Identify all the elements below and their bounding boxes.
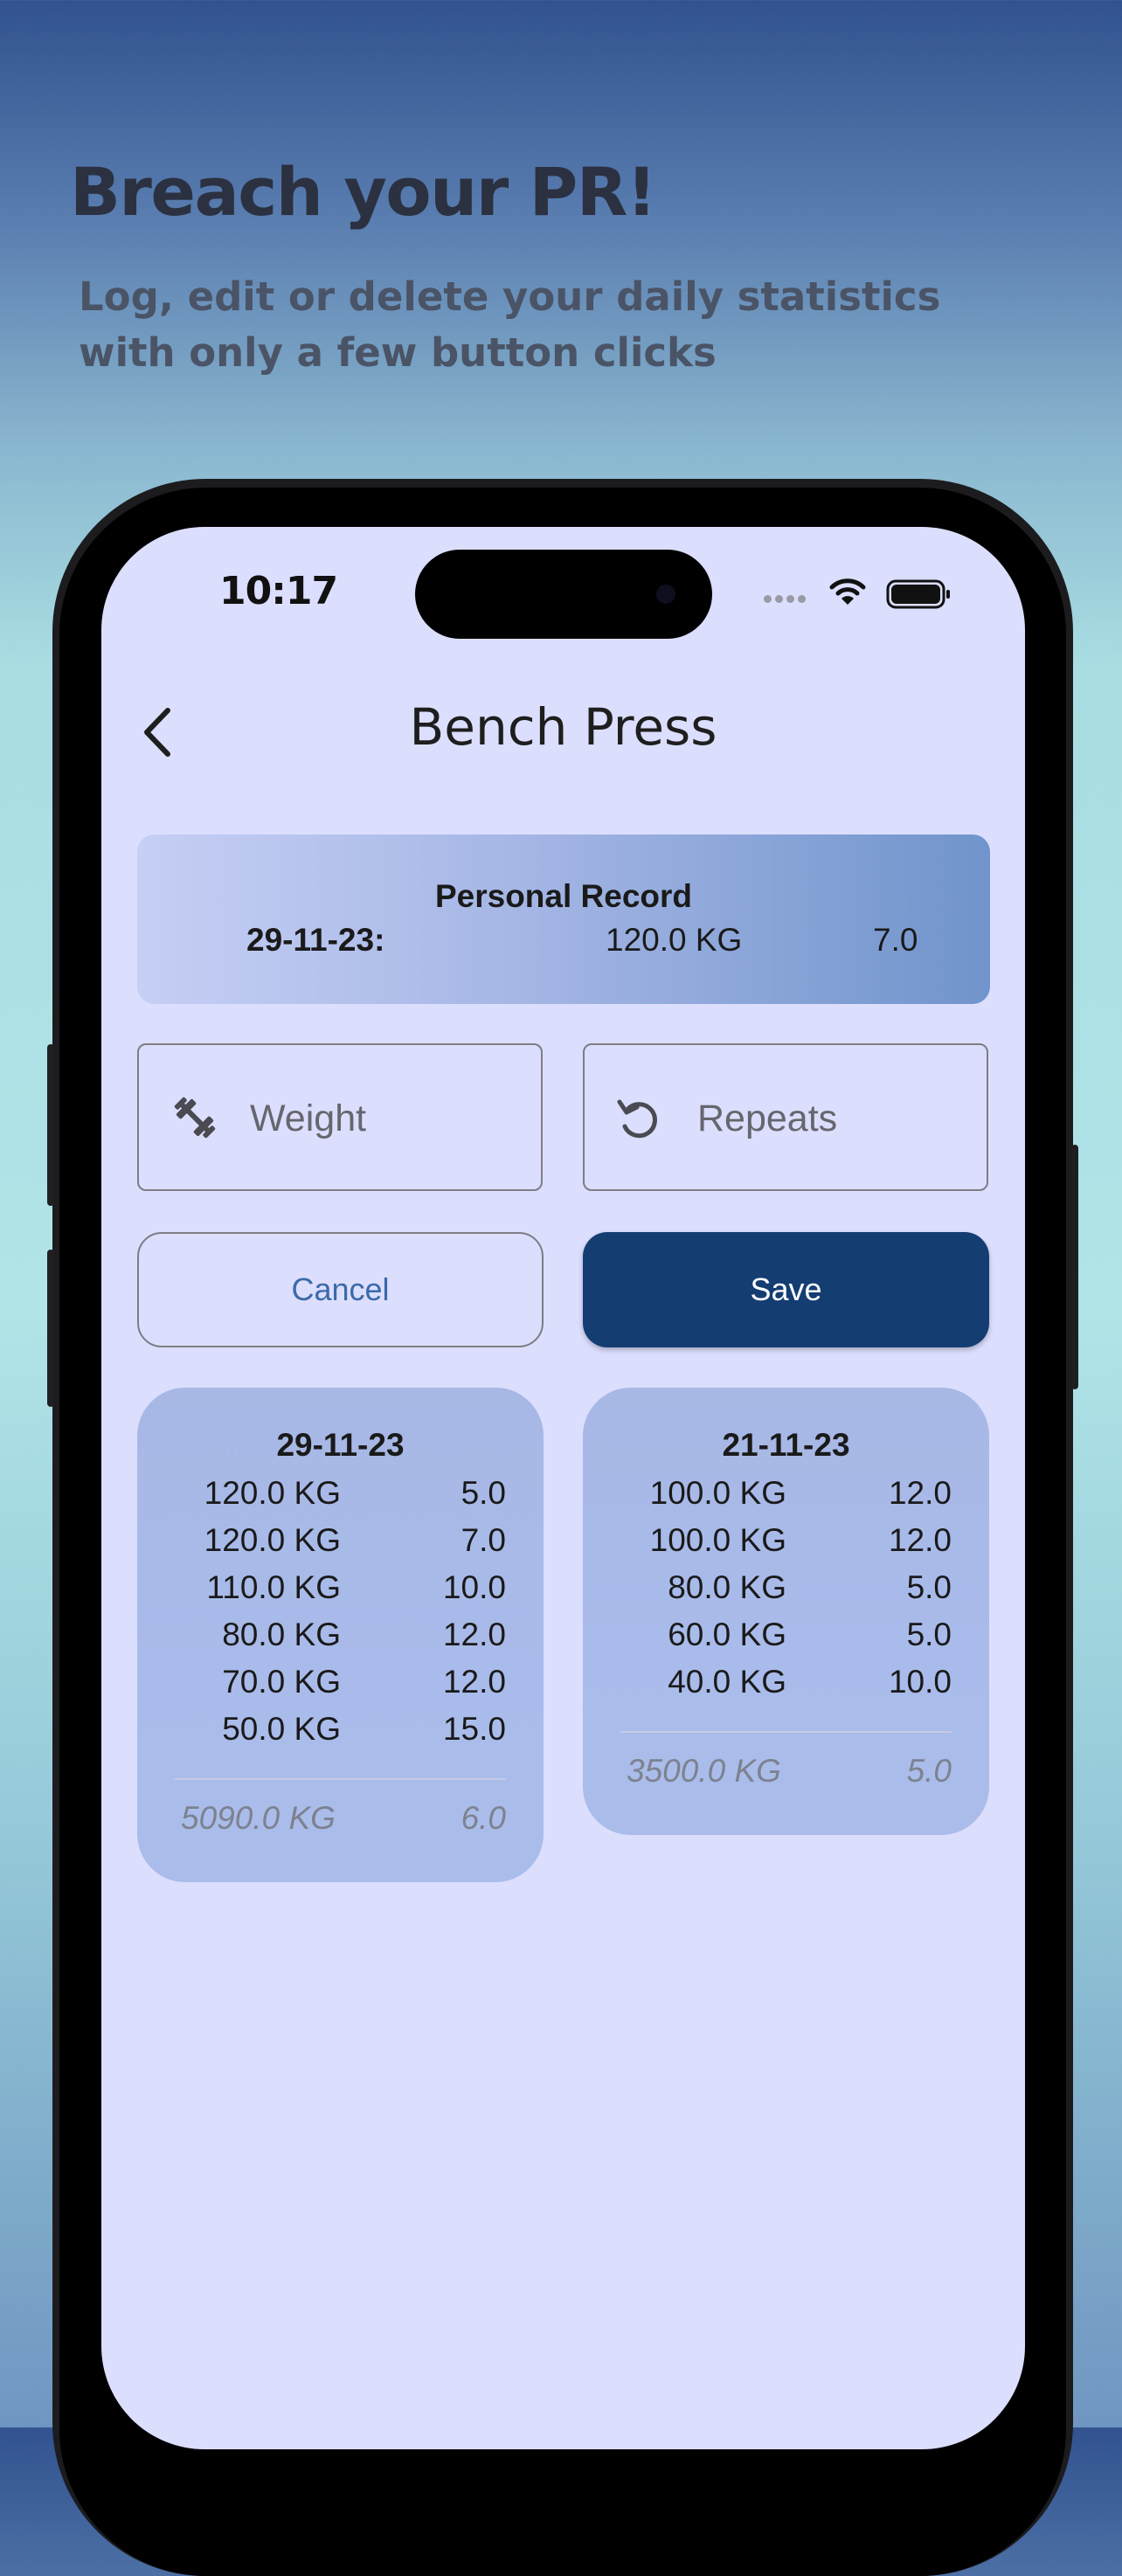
set-reps: 5.0 [461, 1475, 506, 1511]
wifi-icon [829, 578, 866, 605]
log-set-row: 80.0 KG 5.0 [583, 1569, 989, 1617]
log-divider [175, 1778, 506, 1780]
log-set-row: 110.0 KG 10.0 [137, 1569, 544, 1617]
set-reps: 5.0 [906, 1617, 952, 1652]
rotate-ccw-icon [617, 1099, 657, 1139]
cancel-button[interactable]: Cancel [137, 1232, 544, 1347]
log-date: 29-11-23 [276, 1427, 405, 1463]
log-set-row: 100.0 KG 12.0 [583, 1475, 989, 1522]
log-card[interactable]: 21-11-23 100.0 KG 12.0 100.0 KG 12.0 80.… [583, 1388, 989, 1835]
set-reps: 12.0 [888, 1522, 952, 1558]
set-weight: 120.0 KG [204, 1475, 341, 1511]
repeats-placeholder: Repeats [697, 1098, 838, 1139]
log-card[interactable]: 29-11-23 120.0 KG 5.0 120.0 KG 7.0 110.0… [137, 1388, 544, 1882]
set-reps: 12.0 [888, 1475, 952, 1511]
total-reps: 6.0 [461, 1800, 506, 1836]
personal-record-reps: 7.0 [873, 922, 918, 958]
set-weight: 120.0 KG [204, 1522, 341, 1558]
set-weight: 110.0 KG [206, 1569, 341, 1605]
weight-input[interactable]: Weight [137, 1043, 543, 1191]
phone-action-button [47, 1044, 54, 1206]
promo-subline-line-2: with only a few button clicks [79, 329, 717, 376]
promo-subline: Log, edit or delete your daily statistic… [79, 269, 1040, 381]
set-reps: 5.0 [906, 1569, 952, 1605]
weight-placeholder: Weight [250, 1098, 367, 1139]
app-screen: 10:17 Bench Press Personal Record 29-11-… [101, 527, 1025, 2449]
log-set-row: 50.0 KG 15.0 [137, 1711, 544, 1758]
set-weight: 80.0 KG [668, 1569, 786, 1605]
set-weight: 100.0 KG [649, 1522, 786, 1558]
promo-headline: Breach your PR! [70, 153, 657, 231]
log-divider [620, 1731, 952, 1733]
repeats-input[interactable]: Repeats [583, 1043, 988, 1191]
set-reps: 10.0 [442, 1569, 506, 1605]
log-date: 21-11-23 [722, 1427, 850, 1463]
set-weight: 70.0 KG [222, 1664, 341, 1700]
set-reps: 12.0 [442, 1664, 506, 1700]
phone-volume-button [47, 1250, 54, 1407]
log-set-row: 80.0 KG 12.0 [137, 1617, 544, 1664]
personal-record-title: Personal Record [434, 878, 693, 914]
set-weight: 40.0 KG [668, 1664, 786, 1700]
log-set-row: 120.0 KG 7.0 [137, 1522, 544, 1569]
set-reps: 15.0 [442, 1711, 506, 1747]
total-reps: 5.0 [906, 1753, 952, 1789]
personal-record-card: Personal Record 29-11-23: 120.0 KG 7.0 [137, 834, 990, 1004]
camera [656, 585, 675, 604]
set-reps: 12.0 [442, 1617, 506, 1652]
total-weight: 3500.0 KG [627, 1753, 781, 1789]
log-set-row: 120.0 KG 5.0 [137, 1475, 544, 1522]
dynamic-island [415, 550, 712, 639]
log-set-row: 60.0 KG 5.0 [583, 1617, 989, 1664]
dumbbell-icon [174, 1097, 216, 1139]
set-weight: 80.0 KG [222, 1617, 341, 1652]
log-set-row: 40.0 KG 10.0 [583, 1664, 989, 1711]
battery-icon [886, 579, 950, 609]
set-reps: 7.0 [461, 1522, 506, 1558]
log-set-row: 100.0 KG 12.0 [583, 1522, 989, 1569]
set-weight: 100.0 KG [649, 1475, 786, 1511]
page-title: Bench Press [409, 697, 717, 757]
set-reps: 10.0 [888, 1664, 952, 1700]
signal-icon [764, 592, 809, 607]
set-weight: 60.0 KG [668, 1617, 786, 1652]
log-set-row: 70.0 KG 12.0 [137, 1664, 544, 1711]
promo-subline-line-1: Log, edit or delete your daily statistic… [79, 274, 941, 320]
phone-power-button [1071, 1145, 1078, 1389]
total-weight: 5090.0 KG [181, 1800, 336, 1836]
personal-record-date: 29-11-23: [246, 922, 385, 958]
status-time: 10:17 [219, 569, 338, 613]
set-weight: 50.0 KG [222, 1711, 341, 1747]
personal-record-weight: 120.0 KG [606, 922, 743, 958]
save-button[interactable]: Save [583, 1232, 989, 1347]
